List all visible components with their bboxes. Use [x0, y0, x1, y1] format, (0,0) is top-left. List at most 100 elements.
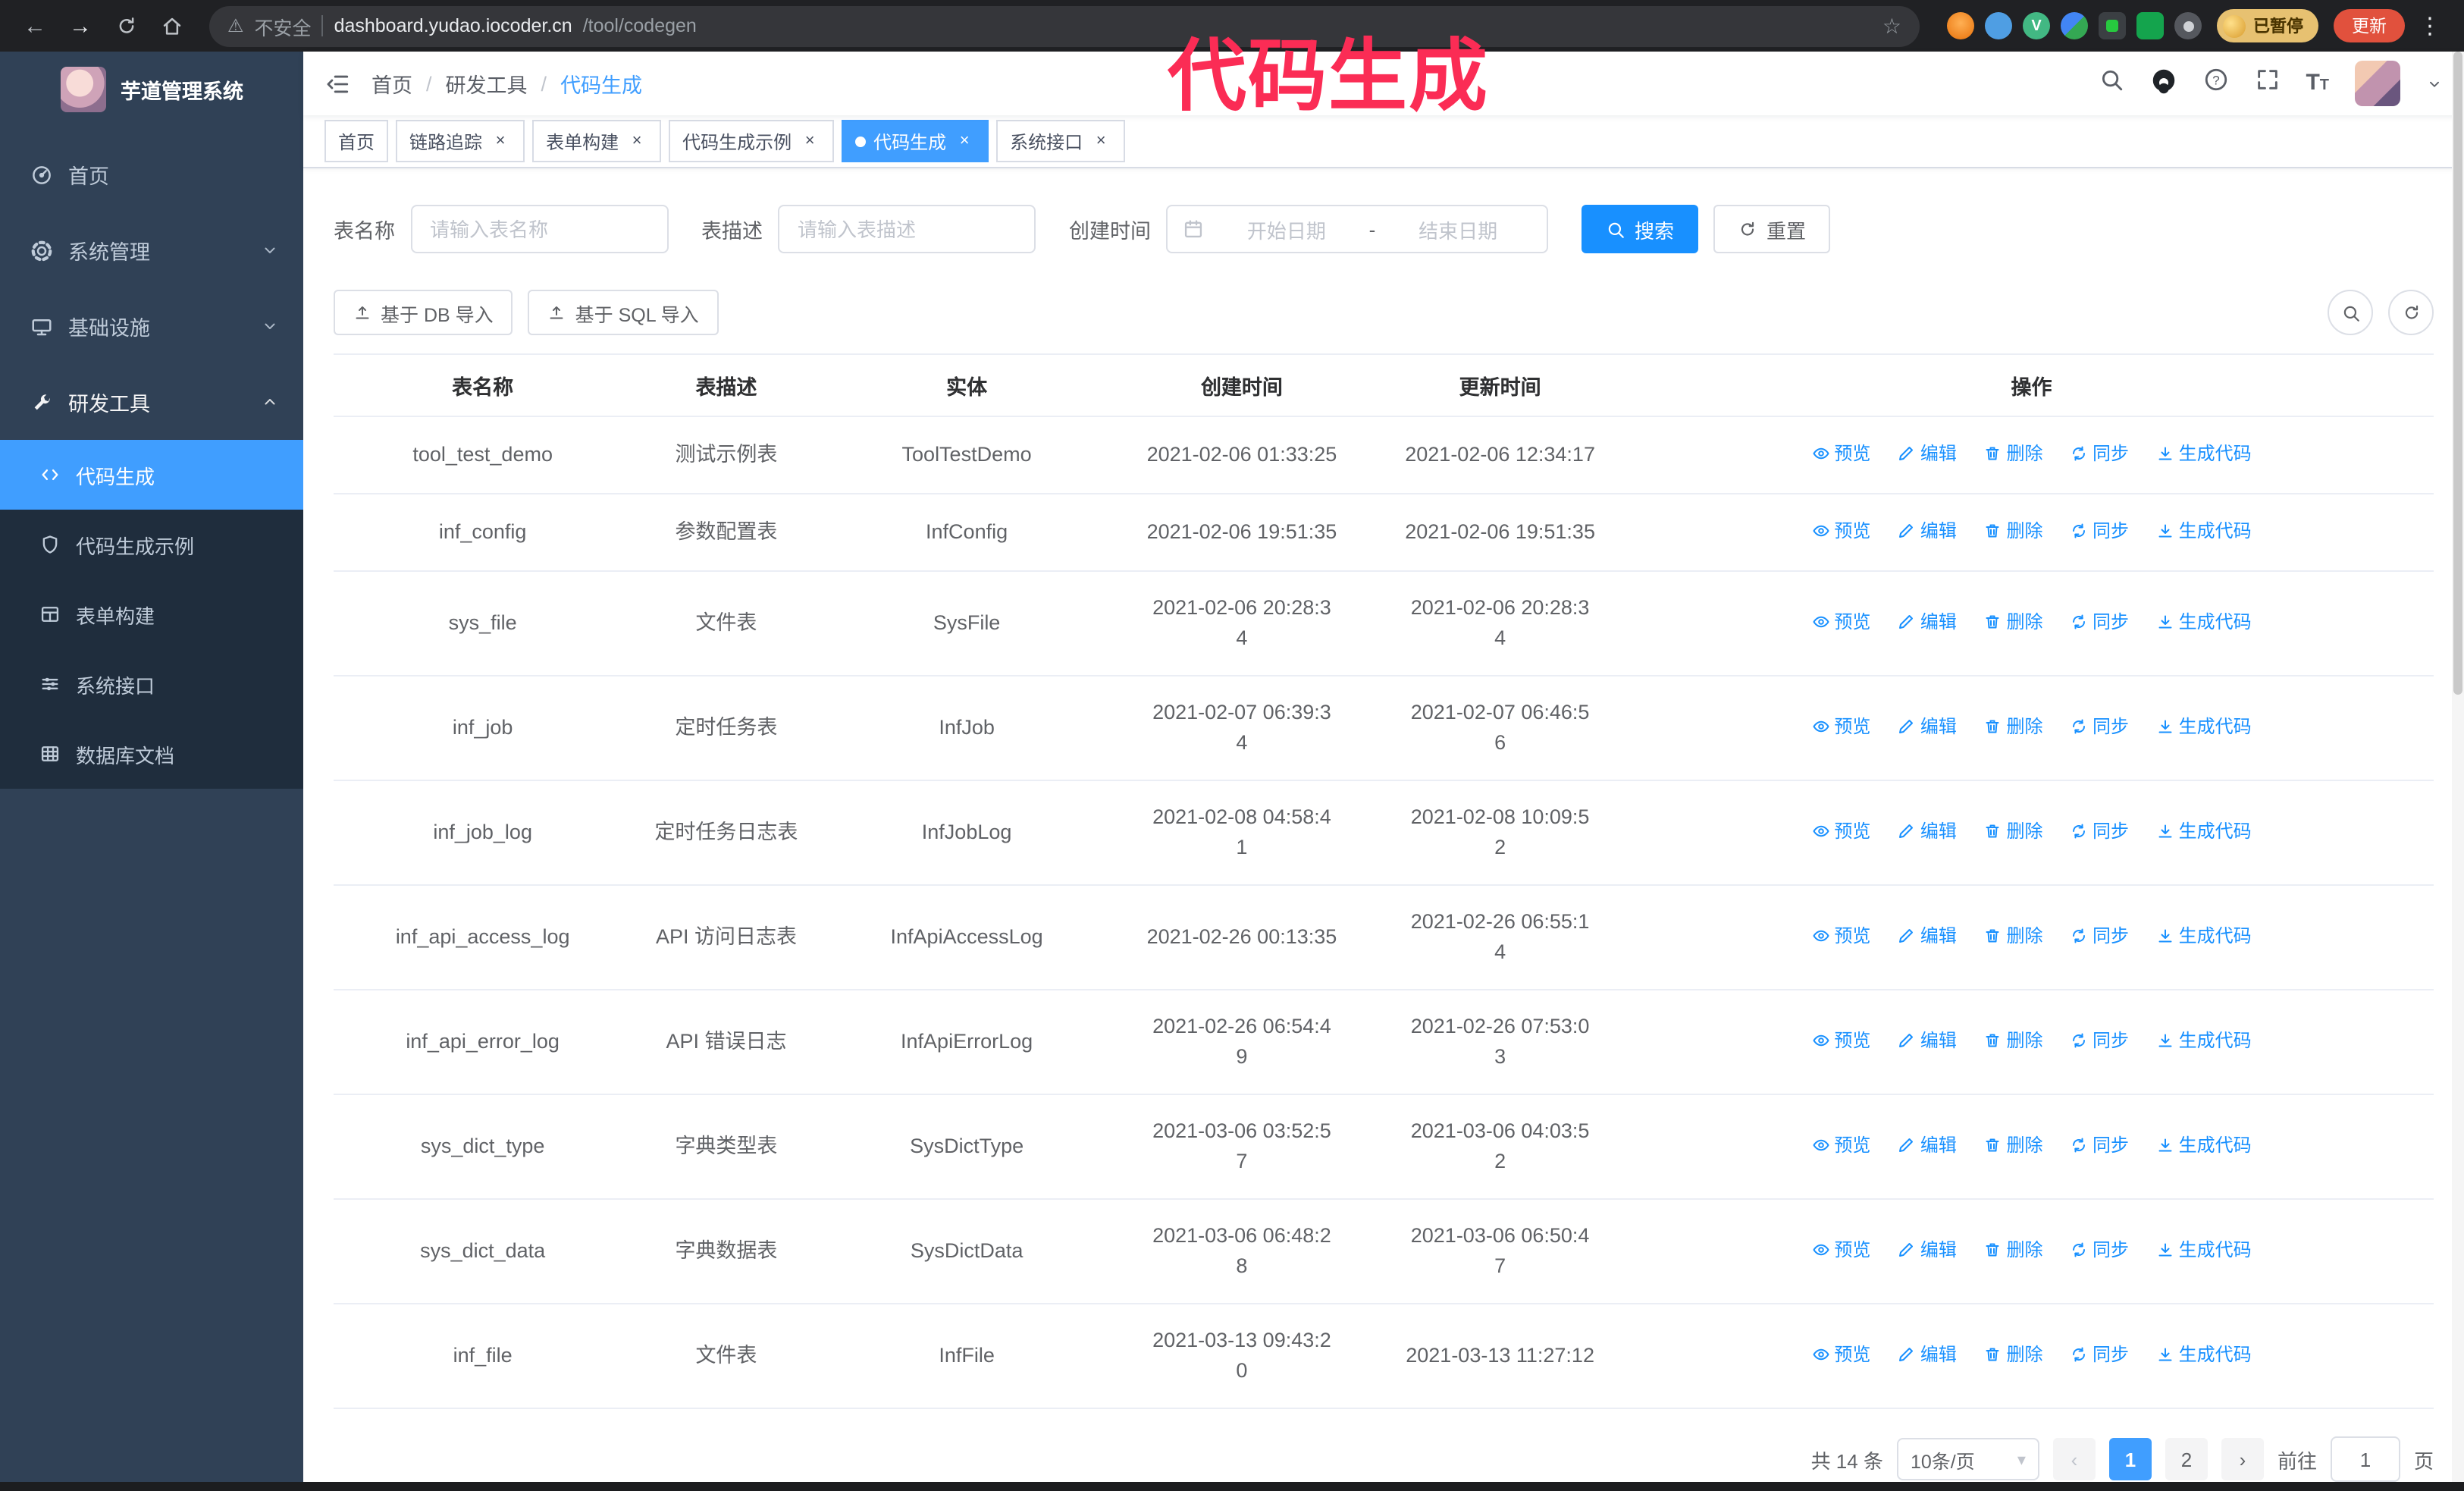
sidebar-item-codegen-example[interactable]: 代码生成示例 — [0, 510, 303, 579]
generate-code-link[interactable]: 生成代码 — [2156, 921, 2252, 951]
extension-icon[interactable] — [2136, 12, 2164, 39]
edit-link[interactable]: 编辑 — [1898, 711, 1957, 742]
page-button-2[interactable]: 2 — [2165, 1438, 2208, 1480]
update-button[interactable]: 更新 — [2334, 9, 2405, 42]
search-submit-button[interactable]: 搜索 — [1582, 205, 1699, 253]
sync-link[interactable]: 同步 — [2070, 1025, 2129, 1056]
close-icon[interactable]: × — [490, 130, 511, 152]
sync-link[interactable]: 同步 — [2070, 516, 2129, 546]
close-icon[interactable]: × — [626, 130, 647, 152]
edit-link[interactable]: 编辑 — [1898, 816, 1957, 846]
search-button[interactable] — [2098, 67, 2124, 100]
extension-icon[interactable] — [2174, 12, 2202, 39]
breadcrumb-home[interactable]: 首页 — [371, 68, 412, 99]
sidebar-collapse-button[interactable] — [324, 71, 350, 96]
toggle-search-button[interactable] — [2328, 290, 2373, 335]
generate-code-link[interactable]: 生成代码 — [2156, 438, 2252, 469]
import-db-button[interactable]: 基于 DB 导入 — [334, 290, 513, 335]
refresh-table-button[interactable] — [2388, 290, 2434, 335]
sync-link[interactable]: 同步 — [2070, 816, 2129, 846]
sidebar-item-system[interactable]: 系统管理 — [0, 212, 303, 288]
sidebar-item-codegen[interactable]: 代码生成 — [0, 440, 303, 510]
delete-link[interactable]: 删除 — [1983, 1235, 2043, 1265]
generate-code-link[interactable]: 生成代码 — [2156, 1130, 2252, 1160]
fullscreen-button[interactable] — [2254, 67, 2280, 100]
close-icon[interactable]: × — [954, 130, 975, 152]
sidebar-item-db-doc[interactable]: 数据库文档 — [0, 719, 303, 789]
font-size-button[interactable]: TT — [2306, 70, 2329, 97]
help-button[interactable]: ? — [2202, 67, 2228, 100]
sync-link[interactable]: 同步 — [2070, 1339, 2129, 1370]
prev-page-button[interactable]: ‹ — [2052, 1438, 2096, 1480]
next-page-button[interactable]: › — [2221, 1438, 2264, 1480]
sync-link[interactable]: 同步 — [2070, 921, 2129, 951]
preview-link[interactable]: 预览 — [1811, 516, 1870, 546]
extension-icon[interactable] — [2061, 12, 2088, 39]
edit-link[interactable]: 编辑 — [1898, 1235, 1957, 1265]
goto-page-input[interactable] — [2330, 1436, 2400, 1482]
edit-link[interactable]: 编辑 — [1898, 438, 1957, 469]
refresh-button[interactable] — [106, 6, 146, 46]
generate-code-link[interactable]: 生成代码 — [2156, 1235, 2252, 1265]
extension-icon[interactable]: V — [2023, 12, 2050, 39]
url-bar[interactable]: ⚠ 不安全 dashboard.yudao.iocoder.cn/tool/co… — [209, 5, 1920, 46]
scrollbar-thumb[interactable] — [2453, 52, 2462, 695]
sidebar-item-infra[interactable]: 基础设施 — [0, 288, 303, 364]
page-size-select[interactable]: 10条/页 ▾ — [1896, 1438, 2039, 1480]
sync-link[interactable]: 同步 — [2070, 1130, 2129, 1160]
delete-link[interactable]: 删除 — [1983, 607, 2043, 637]
table-desc-input[interactable] — [778, 205, 1036, 253]
home-button[interactable] — [152, 6, 191, 46]
app-logo[interactable]: 芋道管理系统 — [0, 52, 303, 127]
sync-link[interactable]: 同步 — [2070, 711, 2129, 742]
delete-link[interactable]: 删除 — [1983, 1025, 2043, 1056]
extension-icon[interactable] — [1985, 12, 2012, 39]
chevron-down-icon[interactable] — [2426, 75, 2443, 92]
delete-link[interactable]: 删除 — [1983, 921, 2043, 951]
delete-link[interactable]: 删除 — [1983, 816, 2043, 846]
sync-link[interactable]: 同步 — [2070, 438, 2129, 469]
preview-link[interactable]: 预览 — [1811, 1235, 1870, 1265]
github-button[interactable] — [2149, 66, 2177, 101]
generate-code-link[interactable]: 生成代码 — [2156, 607, 2252, 637]
delete-link[interactable]: 删除 — [1983, 711, 2043, 742]
import-sql-button[interactable]: 基于 SQL 导入 — [528, 290, 719, 335]
edit-link[interactable]: 编辑 — [1898, 921, 1957, 951]
delete-link[interactable]: 删除 — [1983, 1339, 2043, 1370]
forward-button[interactable]: → — [61, 6, 100, 46]
tab-codegen[interactable]: 代码生成 × — [842, 120, 989, 162]
tab-form-builder[interactable]: 表单构建 × — [532, 120, 662, 162]
sync-link[interactable]: 同步 — [2070, 1235, 2129, 1265]
user-avatar[interactable] — [2355, 61, 2400, 106]
sync-link[interactable]: 同步 — [2070, 607, 2129, 637]
tab-home[interactable]: 首页 — [324, 120, 389, 162]
sidebar-item-home[interactable]: 首页 — [0, 137, 303, 212]
generate-code-link[interactable]: 生成代码 — [2156, 516, 2252, 546]
preview-link[interactable]: 预览 — [1811, 607, 1870, 637]
preview-link[interactable]: 预览 — [1811, 1339, 1870, 1370]
preview-link[interactable]: 预览 — [1811, 921, 1870, 951]
close-icon[interactable]: × — [799, 130, 820, 152]
preview-link[interactable]: 预览 — [1811, 1130, 1870, 1160]
delete-link[interactable]: 删除 — [1983, 1130, 2043, 1160]
edit-link[interactable]: 编辑 — [1898, 1339, 1957, 1370]
edit-link[interactable]: 编辑 — [1898, 1025, 1957, 1056]
bookmark-star-icon[interactable]: ☆ — [1882, 13, 1901, 39]
sidebar-item-system-api[interactable]: 系统接口 — [0, 649, 303, 719]
paused-badge[interactable]: 已暂停 — [2217, 9, 2318, 42]
page-button-1[interactable]: 1 — [2108, 1438, 2152, 1480]
edit-link[interactable]: 编辑 — [1898, 607, 1957, 637]
generate-code-link[interactable]: 生成代码 — [2156, 1339, 2252, 1370]
reset-button[interactable]: 重置 — [1713, 205, 1831, 253]
extension-icon[interactable] — [1947, 12, 1974, 39]
preview-link[interactable]: 预览 — [1811, 1025, 1870, 1056]
close-icon[interactable]: × — [1090, 130, 1111, 152]
tab-codegen-example[interactable]: 代码生成示例 × — [669, 120, 835, 162]
generate-code-link[interactable]: 生成代码 — [2156, 816, 2252, 846]
preview-link[interactable]: 预览 — [1811, 711, 1870, 742]
browser-menu-kebab-icon[interactable]: ⋮ — [2411, 12, 2449, 39]
tab-system-api[interactable]: 系统接口 × — [996, 120, 1126, 162]
edit-link[interactable]: 编辑 — [1898, 516, 1957, 546]
preview-link[interactable]: 预览 — [1811, 816, 1870, 846]
tab-trace[interactable]: 链路追踪 × — [396, 120, 525, 162]
